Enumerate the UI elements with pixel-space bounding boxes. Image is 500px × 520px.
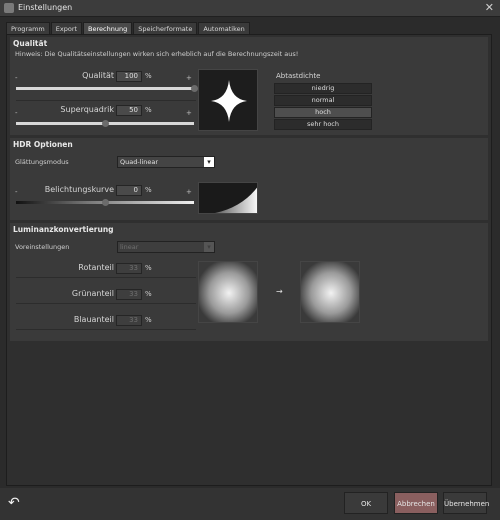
divider (16, 303, 196, 304)
presets-label: Voreinstellungen (15, 243, 70, 251)
tab-programm[interactable]: Programm (6, 22, 50, 34)
green-label: Grünanteil (71, 289, 114, 298)
exposure-slider-knob[interactable] (101, 199, 109, 206)
arrow-right-icon: → (276, 287, 283, 296)
divider (16, 100, 196, 101)
hdr-section: HDR Optionen Glättungsmodus Quad-linear … (10, 138, 488, 220)
qualitaet-unit: % (145, 72, 152, 80)
hdr-heading: HDR Optionen (13, 140, 73, 149)
density-label: Abtastdichte (276, 72, 321, 80)
luminance-section: Luminanzkonvertierung Voreinstellungen l… (10, 223, 488, 341)
smoothing-dropdown[interactable]: Quad-linear ▾ (117, 156, 215, 168)
star-shape-icon (211, 80, 247, 122)
chevron-down-icon: ▾ (204, 157, 214, 167)
superquadrik-minus-label: - (15, 109, 18, 117)
qualitaet-minus-label: - (15, 74, 18, 82)
green-input[interactable]: 33 (116, 289, 142, 300)
green-unit: % (145, 290, 152, 298)
apply-button[interactable]: Übernehmen (443, 492, 489, 514)
quality-hint: Hinweis: Die Qualitätseinstellungen wirk… (15, 50, 299, 58)
smoothing-label: Glättungsmodus (15, 158, 69, 166)
presets-dropdown[interactable]: linear ▾ (117, 241, 215, 253)
divider (16, 277, 196, 278)
blue-label: Blauanteil (73, 315, 114, 324)
superquadrik-input[interactable]: 50 (116, 105, 142, 116)
bottom-bar: ↶ OK Abbrechen Übernehmen (0, 488, 500, 520)
curve-icon (214, 187, 257, 213)
close-icon[interactable]: ✕ (485, 1, 494, 14)
quality-section: Qualität Hinweis: Die Qualitätseinstellu… (10, 37, 488, 135)
density-option-sehr-hoch[interactable]: sehr hoch (274, 119, 372, 130)
exposure-input[interactable]: 0 (116, 185, 142, 196)
blue-unit: % (145, 316, 152, 324)
red-unit: % (145, 264, 152, 272)
qualitaet-plus-label: + (186, 74, 192, 82)
ok-button[interactable]: OK (344, 492, 388, 514)
tab-berechnung[interactable]: Berechnung (83, 22, 133, 34)
exposure-plus-label: + (186, 188, 192, 196)
qualitaet-input[interactable]: 100 (116, 71, 142, 82)
luminance-heading: Luminanzkonvertierung (13, 225, 114, 234)
density-option-normal[interactable]: normal (274, 95, 372, 106)
tab-automatiken[interactable]: Automatiken (198, 22, 250, 34)
app-icon (4, 3, 14, 13)
presets-value: linear (120, 243, 139, 251)
window-title: Einstellungen (18, 3, 73, 12)
red-input[interactable]: 33 (116, 263, 142, 274)
density-option-niedrig[interactable]: niedrig (274, 83, 372, 94)
luminance-result-preview (300, 261, 360, 323)
blue-input[interactable]: 33 (116, 315, 142, 326)
tab-speicherformate[interactable]: Speicherformate (133, 22, 198, 34)
superquadrik-plus-label: + (186, 109, 192, 117)
qualitaet-slider[interactable] (16, 87, 194, 90)
qualitaet-label: Qualität (82, 71, 114, 80)
density-option-hoch[interactable]: hoch (274, 107, 372, 118)
exposure-unit: % (145, 186, 152, 194)
superquadrik-slider-knob[interactable] (101, 120, 109, 127)
title-bar: Einstellungen ✕ (0, 0, 500, 17)
settings-panel: Qualität Hinweis: Die Qualitätseinstellu… (6, 34, 492, 486)
divider (16, 329, 196, 330)
tab-bar: Programm Export Berechnung Speicherforma… (6, 22, 251, 34)
luminance-source-preview (198, 261, 258, 323)
radial-gradient-icon (199, 262, 257, 322)
qualitaet-slider-knob[interactable] (190, 85, 198, 92)
radial-gradient-icon (301, 262, 359, 322)
chevron-down-icon: ▾ (204, 242, 214, 252)
tab-export[interactable]: Export (50, 22, 83, 34)
undo-icon[interactable]: ↶ (8, 495, 25, 512)
red-label: Rotanteil (78, 263, 114, 272)
superquadric-preview (198, 69, 258, 131)
exposure-minus-label: - (15, 188, 18, 196)
cancel-button[interactable]: Abbrechen (394, 492, 438, 514)
quality-heading: Qualität (13, 39, 48, 48)
superquadrik-label: Superquadrik (60, 105, 114, 114)
superquadrik-unit: % (145, 106, 152, 114)
exposure-label: Belichtungskurve (44, 185, 114, 194)
smoothing-value: Quad-linear (120, 158, 159, 166)
exposure-curve-preview (198, 182, 258, 214)
